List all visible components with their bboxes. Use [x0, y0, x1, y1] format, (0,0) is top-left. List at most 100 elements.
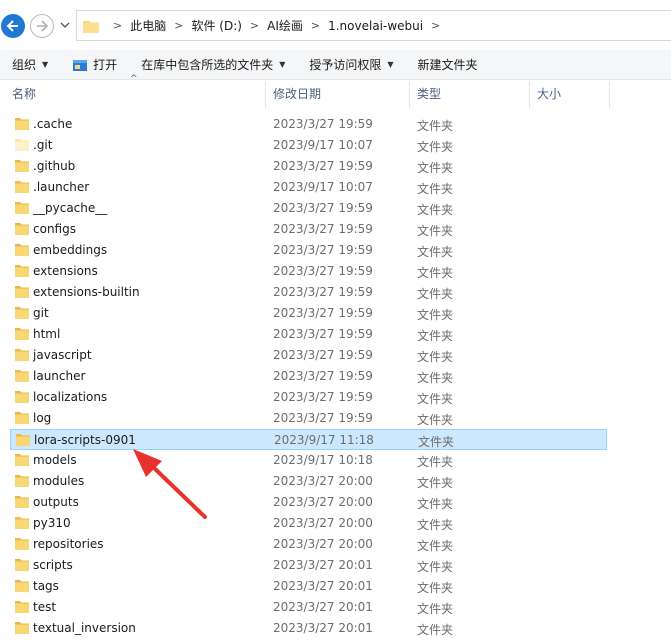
chevron-right-icon[interactable]: >: [113, 19, 122, 32]
include-in-library-menu[interactable]: 在库中包含所选的文件夹 ▼: [129, 50, 297, 80]
folder-icon: [15, 307, 29, 319]
file-row[interactable]: .launcher 2023/9/17 10:07 文件夹: [10, 177, 607, 198]
file-name: embeddings: [33, 243, 108, 257]
organize-menu[interactable]: 组织 ▼: [0, 50, 60, 80]
folder-icon: [15, 517, 29, 529]
column-divider[interactable]: [609, 82, 610, 108]
file-type: 文件夹: [417, 581, 454, 595]
file-type: 文件夹: [417, 119, 454, 133]
file-row[interactable]: __pycache__ 2023/3/27 19:59 文件夹: [10, 198, 607, 219]
file-row[interactable]: extensions 2023/3/27 19:59 文件夹: [10, 261, 607, 282]
file-modified-date: 2023/3/27 19:59: [273, 327, 373, 341]
file-name: test: [33, 600, 57, 614]
column-header-modified[interactable]: 修改日期: [273, 80, 321, 108]
file-row[interactable]: html 2023/3/27 19:59 文件夹: [10, 324, 607, 345]
file-type: 文件夹: [417, 161, 454, 175]
file-name: configs: [33, 222, 76, 236]
file-type: 文件夹: [418, 435, 455, 449]
open-button[interactable]: 打开: [60, 50, 129, 80]
file-row[interactable]: embeddings 2023/3/27 19:59 文件夹: [10, 240, 607, 261]
file-modified-date: 2023/3/27 19:59: [273, 306, 373, 320]
file-row[interactable]: configs 2023/3/27 19:59 文件夹: [10, 219, 607, 240]
sort-ascending-icon: ^: [130, 74, 138, 84]
column-headers: ^ 名称 修改日期 类型 大小: [0, 74, 671, 108]
file-name: scripts: [33, 558, 73, 572]
file-row[interactable]: log 2023/3/27 19:59 文件夹: [10, 408, 607, 429]
file-type: 文件夹: [417, 371, 454, 385]
file-type: 文件夹: [417, 413, 454, 427]
file-name: git: [33, 306, 49, 320]
file-type: 文件夹: [417, 476, 454, 490]
arrow-right-icon: [37, 20, 49, 32]
column-divider[interactable]: [409, 82, 410, 108]
folder-icon: [15, 370, 29, 382]
breadcrumb-webui-folder[interactable]: 1.novelai-webui: [328, 19, 423, 33]
file-row[interactable]: extensions-builtin 2023/3/27 19:59 文件夹: [10, 282, 607, 303]
folder-icon: [15, 223, 29, 235]
new-folder-label: 新建文件夹: [417, 58, 478, 72]
folder-icon: [15, 559, 29, 571]
file-modified-date: 2023/3/27 20:00: [273, 537, 373, 551]
file-type: 文件夹: [417, 266, 454, 280]
file-row[interactable]: scripts 2023/3/27 20:01 文件夹: [10, 555, 607, 576]
open-label: 打开: [93, 58, 118, 72]
file-row[interactable]: outputs 2023/3/27 20:00 文件夹: [10, 492, 607, 513]
file-type: 文件夹: [417, 455, 454, 469]
caret-down-icon: ▼: [279, 60, 286, 69]
new-folder-button[interactable]: 新建文件夹: [406, 50, 490, 80]
file-row[interactable]: test 2023/3/27 20:01 文件夹: [10, 597, 607, 618]
file-row[interactable]: repositories 2023/3/27 20:00 文件夹: [10, 534, 607, 555]
organize-label: 组织: [12, 58, 37, 72]
file-row[interactable]: py310 2023/3/27 20:00 文件夹: [10, 513, 607, 534]
file-modified-date: 2023/3/27 20:00: [273, 474, 373, 488]
file-modified-date: 2023/3/27 19:59: [273, 159, 373, 173]
file-row[interactable]: tags 2023/3/27 20:01 文件夹: [10, 576, 607, 597]
file-row[interactable]: modules 2023/3/27 20:00 文件夹: [10, 471, 607, 492]
file-name: py310: [33, 516, 71, 530]
file-modified-date: 2023/3/27 19:59: [273, 348, 373, 362]
include-library-label: 在库中包含所选的文件夹: [141, 58, 274, 72]
chevron-down-icon[interactable]: [60, 20, 70, 30]
forward-button[interactable]: [30, 14, 54, 38]
grant-access-menu[interactable]: 授予访问权限 ▼: [297, 50, 405, 80]
file-row[interactable]: .github 2023/3/27 19:59 文件夹: [10, 156, 607, 177]
file-row[interactable]: textual_inversion 2023/3/27 20:01 文件夹: [10, 618, 607, 639]
breadcrumb-this-pc[interactable]: 此电脑: [130, 17, 166, 34]
chevron-right-icon[interactable]: >: [431, 19, 440, 32]
file-row[interactable]: localizations 2023/3/27 19:59 文件夹: [10, 387, 607, 408]
back-button[interactable]: [1, 14, 25, 38]
grant-access-label: 授予访问权限: [309, 58, 382, 72]
file-name: textual_inversion: [33, 621, 136, 635]
file-type: 文件夹: [417, 539, 454, 553]
column-header-type[interactable]: 类型: [417, 80, 441, 108]
breadcrumb-ai-folder[interactable]: AI绘画: [267, 17, 303, 34]
file-type: 文件夹: [417, 560, 454, 574]
file-row[interactable]: git 2023/3/27 19:59 文件夹: [10, 303, 607, 324]
file-type: 文件夹: [417, 140, 454, 154]
column-header-name[interactable]: 名称: [12, 80, 36, 108]
file-row[interactable]: launcher 2023/3/27 19:59 文件夹: [10, 366, 607, 387]
folder-icon: [15, 580, 29, 592]
column-divider[interactable]: [529, 82, 530, 108]
chevron-right-icon[interactable]: >: [250, 19, 259, 32]
file-modified-date: 2023/9/17 10:18: [273, 453, 373, 467]
file-row-selected[interactable]: lora-scripts-0901 2023/9/17 11:18 文件夹: [10, 429, 607, 450]
file-name: extensions: [33, 264, 98, 278]
file-modified-date: 2023/3/27 19:59: [273, 264, 373, 278]
file-row[interactable]: .git 2023/9/17 10:07 文件夹: [10, 135, 607, 156]
chevron-right-icon[interactable]: >: [174, 19, 183, 32]
chevron-right-icon[interactable]: >: [311, 19, 320, 32]
address-path[interactable]: > 此电脑 > 软件 (D:) > AI绘画 > 1.novelai-webui…: [76, 10, 671, 41]
column-header-size[interactable]: 大小: [537, 80, 561, 108]
file-modified-date: 2023/9/17 10:07: [273, 180, 373, 194]
breadcrumb-drive[interactable]: 软件 (D:): [191, 17, 241, 34]
file-row[interactable]: javascript 2023/3/27 19:59 文件夹: [10, 345, 607, 366]
file-row[interactable]: models 2023/9/17 10:18 文件夹: [10, 450, 607, 471]
file-type: 文件夹: [417, 623, 454, 637]
file-type: 文件夹: [417, 602, 454, 616]
folder-icon: [15, 412, 29, 424]
file-row[interactable]: .cache 2023/3/27 19:59 文件夹: [10, 114, 607, 135]
folder-icon: [15, 139, 29, 151]
column-divider[interactable]: [265, 82, 266, 108]
file-modified-date: 2023/3/27 19:59: [273, 201, 373, 215]
